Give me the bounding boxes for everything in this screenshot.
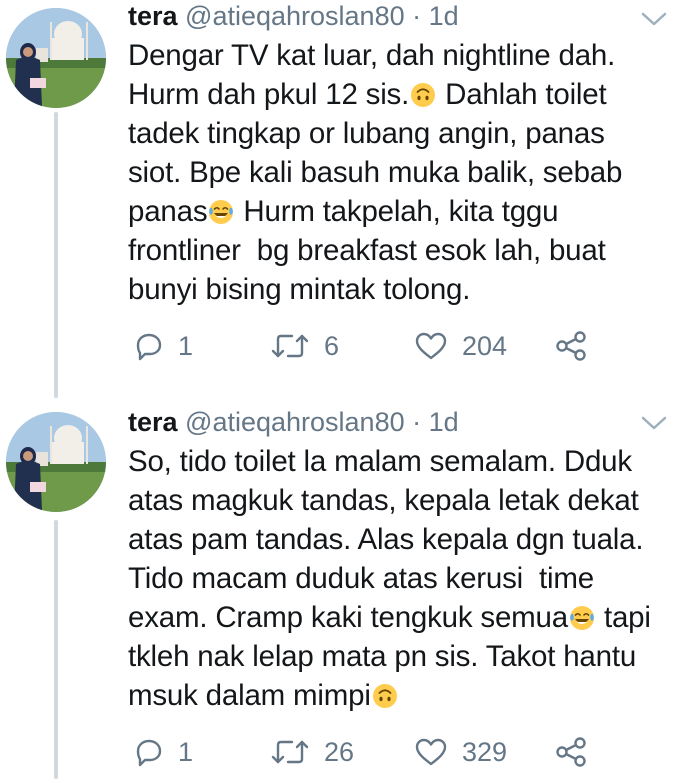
tweet-text-segment: frontliner bg breakfast esok lah, buat (128, 234, 606, 267)
retweet-icon (271, 740, 309, 764)
tweet-text-segment: So, tido toilet la malam semalam. Dduk (128, 445, 632, 478)
tweet-text-line: bunyi bising mintak tolong. (128, 270, 673, 309)
retweet-count: 26 (324, 736, 355, 767)
reply-icon (136, 739, 162, 767)
reply-icon (136, 333, 162, 361)
tweet-text-line: Hurm dah pkul 12 sis. Dahlah toilet (128, 75, 673, 114)
tweet[interactable]: tera @atieqahroslan80 · 1d Dengar TV kat… (0, 0, 680, 400)
upside-down-face-emoji (372, 684, 397, 708)
tweet-text-line: msuk dalam mimpi (128, 676, 673, 715)
like-button[interactable]: 329 (414, 732, 507, 772)
tweet-text-segment: Tido macam duduk atas kerusi time (128, 562, 594, 595)
tweet-actions: 1 6 204 (128, 326, 668, 366)
tweet-header: tera @atieqahroslan80 · 1d (128, 0, 459, 32)
reply-button[interactable]: 1 (132, 732, 193, 772)
chevron-down-icon[interactable] (640, 10, 668, 28)
tweet-text-segment: siot. Bpe kali basuh muka balik, sebab (128, 156, 623, 189)
like-count: 204 (462, 330, 508, 361)
tweet-text-segment: atas magkuk tandas, kepala letak dekat (128, 484, 639, 517)
tweet-text-line: exam. Cramp kaki tengkuk semua tapi (128, 598, 673, 637)
tweet-header: tera @atieqahroslan80 · 1d (128, 406, 459, 438)
retweet-button[interactable]: 26 (270, 732, 354, 772)
avatar[interactable] (6, 8, 106, 108)
avatar[interactable] (6, 412, 106, 512)
tweet-text-segment: tapi (595, 601, 651, 634)
share-button[interactable] (554, 732, 588, 772)
tweet-text-segment: bunyi bising mintak tolong. (128, 273, 471, 306)
tweet-text-segment: Hurm takpelah, kita tggu (235, 195, 559, 228)
tweet-text-segment: panas (128, 195, 208, 228)
tweet-text-line: So, tido toilet la malam semalam. Dduk (128, 442, 673, 481)
retweet-icon (271, 334, 309, 358)
tweet-text-segment: Dengar TV kat luar, dah nightline dah. (128, 39, 616, 72)
timestamp[interactable]: 1d (429, 407, 459, 437)
tears-of-joy-emoji (569, 606, 594, 630)
share-icon (556, 331, 586, 361)
heart-icon (415, 738, 447, 766)
tweet-text-segment: tadek tingkap or lubang angin, panas (128, 117, 605, 150)
profile-photo (6, 412, 106, 512)
tweet-text-line: Dengar TV kat luar, dah nightline dah. (128, 36, 673, 75)
heart-icon (415, 332, 447, 360)
reply-count: 1 (178, 736, 194, 767)
separator-dot: · (412, 407, 422, 437)
chevron-down-icon[interactable] (640, 414, 668, 432)
tweet-text-segment: msuk dalam mimpi (128, 679, 371, 712)
like-count: 329 (462, 736, 508, 767)
tweet-text-segment: Hurm dah pkul 12 sis. (128, 78, 410, 111)
tweet-text-line: panas Hurm takpelah, kita tggu (128, 192, 673, 231)
tweet-text-line: Tido macam duduk atas kerusi time (128, 559, 673, 598)
tweet-text: So, tido toilet la malam semalam. Dduk at… (128, 442, 673, 715)
tweet-text-segment: atas pam tandas. Alas kepala dgn tuala. (128, 523, 644, 556)
tweet-text-line: atas magkuk tandas, kepala letak dekat (128, 481, 673, 520)
retweet-count: 6 (324, 330, 340, 361)
like-button[interactable]: 204 (414, 326, 507, 366)
retweet-button[interactable]: 6 (270, 326, 339, 366)
separator-dot: · (412, 1, 422, 31)
tweet-text-line: tkleh nak lelap mata pn sis. Takot hantu (128, 637, 673, 676)
user-handle[interactable]: @atieqahroslan80 (185, 1, 405, 31)
tears-of-joy-emoji (209, 200, 234, 224)
display-name[interactable]: tera (128, 1, 178, 31)
upside-down-face-emoji (411, 83, 436, 107)
tweet-text: Dengar TV kat luar, dah nightline dah. Hu… (128, 36, 673, 309)
tweet-text-line: atas pam tandas. Alas kepala dgn tuala. (128, 520, 673, 559)
timestamp[interactable]: 1d (429, 1, 459, 31)
tweet-text-segment: exam. Cramp kaki tengkuk semua (128, 601, 568, 634)
tweet-actions: 1 26 329 (128, 732, 668, 772)
user-handle[interactable]: @atieqahroslan80 (185, 407, 405, 437)
share-button[interactable] (554, 326, 588, 366)
reply-button[interactable]: 1 (132, 326, 193, 366)
reply-count: 1 (178, 330, 194, 361)
profile-photo (6, 8, 106, 108)
tweet-text-segment: Dahlah toilet (437, 78, 607, 111)
tweet[interactable]: tera @atieqahroslan80 · 1d So, tido toil… (0, 400, 680, 779)
tweet-text-segment: tkleh nak lelap mata pn sis. Takot hantu (128, 640, 637, 673)
tweet-text-line: siot. Bpe kali basuh muka balik, sebab (128, 153, 673, 192)
tweet-text-line: tadek tingkap or lubang angin, panas (128, 114, 673, 153)
display-name[interactable]: tera (128, 407, 178, 437)
tweet-text-line: frontliner bg breakfast esok lah, buat (128, 231, 673, 270)
share-icon (556, 737, 586, 767)
